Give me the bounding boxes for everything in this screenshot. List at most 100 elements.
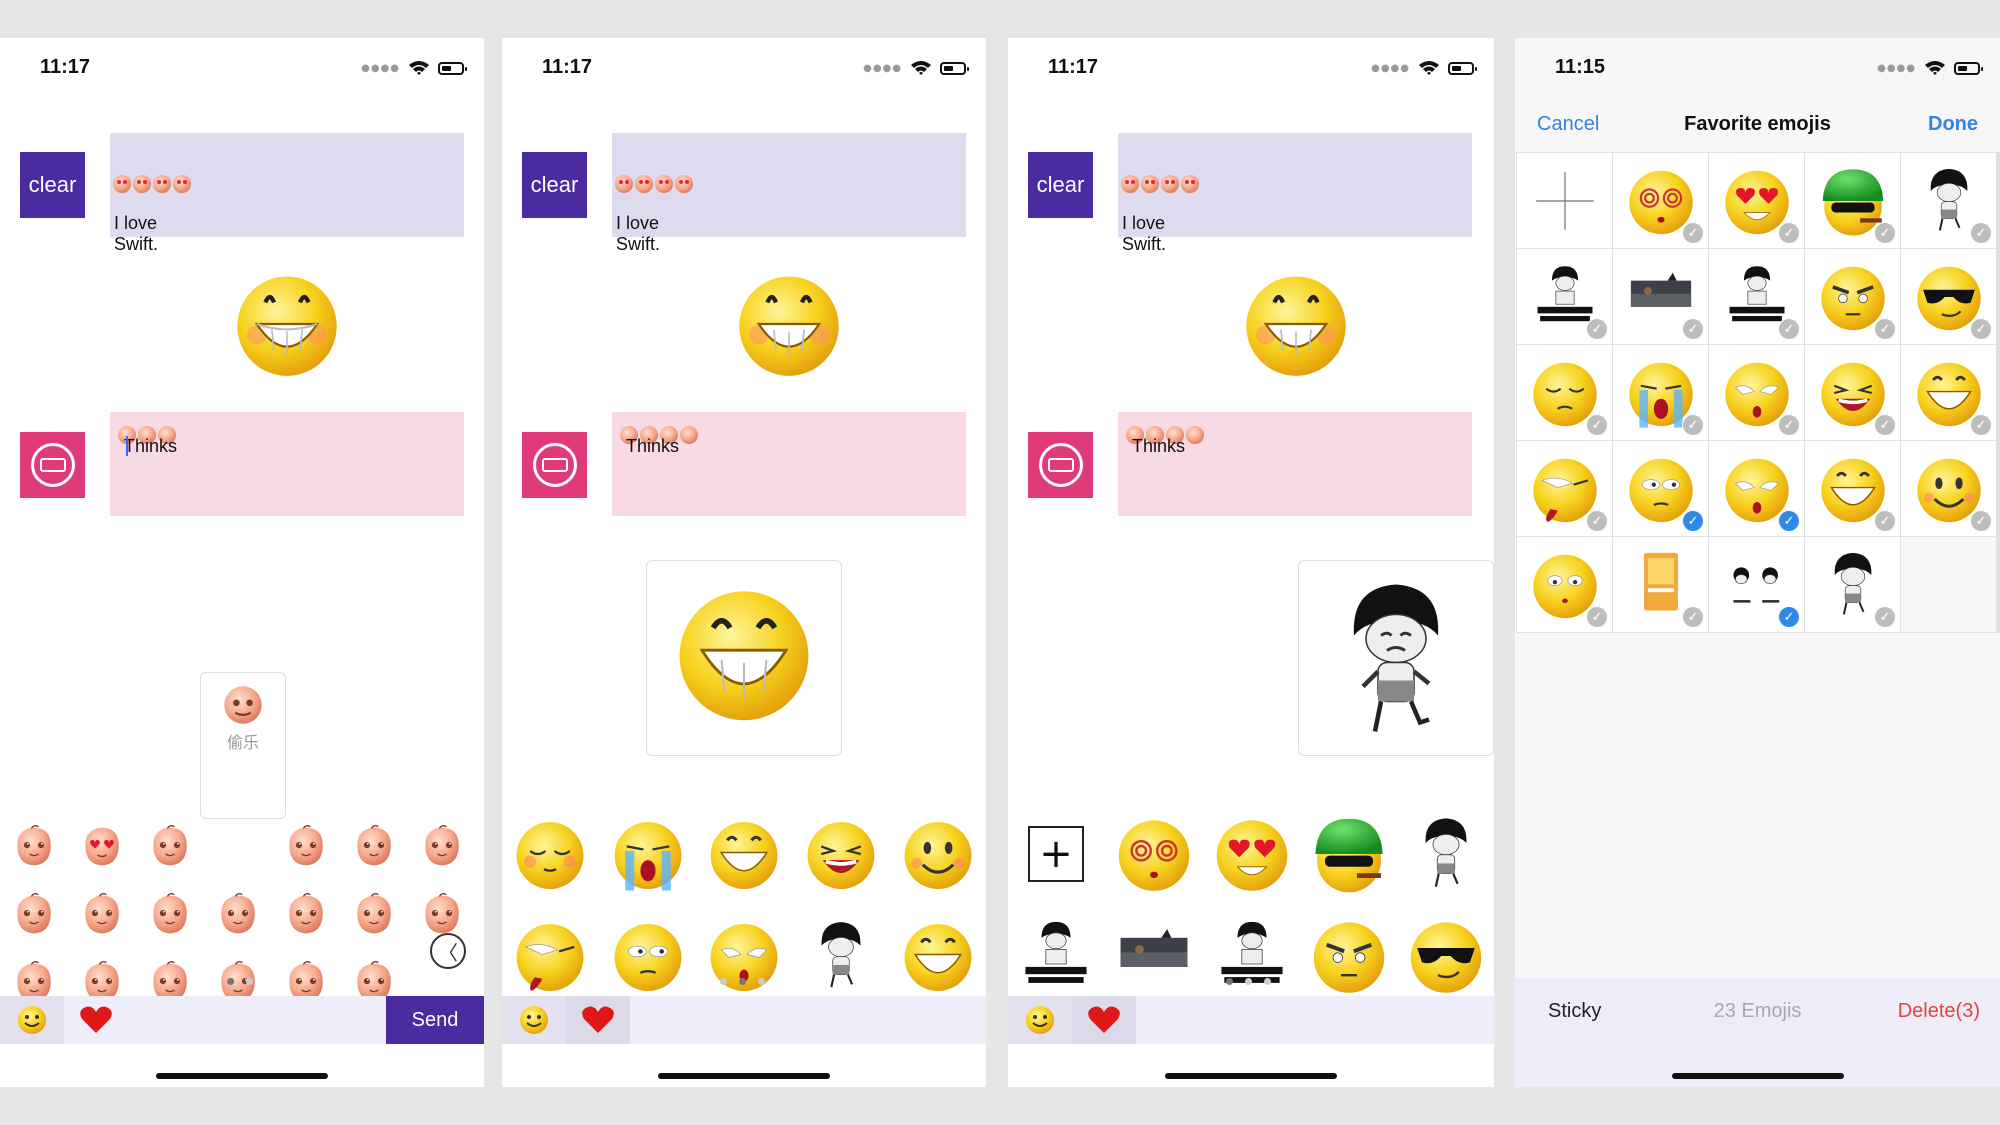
- mushroom-sticker[interactable]: [1406, 814, 1486, 894]
- peach-emoji[interactable]: [12, 824, 56, 868]
- emoji-key[interactable]: [512, 918, 588, 994]
- check-icon[interactable]: ✓: [1586, 414, 1608, 436]
- emoji-key[interactable]: [900, 816, 976, 892]
- peach-emoji-key[interactable]: [12, 824, 56, 868]
- page-dot[interactable]: [246, 978, 253, 985]
- favorite-cell[interactable]: ✓: [1613, 249, 1708, 344]
- bottom-text-field[interactable]: Thinks: [612, 412, 966, 516]
- peach-emoji[interactable]: [80, 892, 124, 936]
- favorite-cell[interactable]: ✓: [1613, 153, 1708, 248]
- heart-tab-button[interactable]: [1072, 996, 1136, 1044]
- page-dot[interactable]: [1245, 978, 1252, 985]
- favorite-cell[interactable]: ✓: [1709, 441, 1804, 536]
- emoji-key[interactable]: [610, 816, 686, 892]
- favorite-sticker-key[interactable]: [1406, 814, 1486, 894]
- emoji-key[interactable]: [900, 918, 976, 994]
- favorite-cell[interactable]: ✓: [1613, 441, 1708, 536]
- laugh-emoji[interactable]: [803, 816, 879, 892]
- favorite-sticker-key[interactable]: [1016, 916, 1096, 996]
- favorite-cell[interactable]: ✓: [1805, 345, 1900, 440]
- squint-emoji[interactable]: [610, 918, 686, 994]
- check-icon[interactable]: ✓: [1778, 222, 1800, 244]
- emoji-key[interactable]: [803, 816, 879, 892]
- clear-button[interactable]: clear: [522, 152, 587, 218]
- check-icon[interactable]: ✓: [1682, 222, 1704, 244]
- check-icon[interactable]: ✓: [1778, 318, 1800, 340]
- page-dot[interactable]: [1264, 978, 1271, 985]
- favorite-sticker-key[interactable]: [1114, 916, 1194, 996]
- heart-tab-button[interactable]: [566, 996, 630, 1044]
- peach-emoji[interactable]: [148, 824, 192, 868]
- page-dot[interactable]: [758, 978, 765, 985]
- add-favorite-button[interactable]: +: [1028, 826, 1084, 882]
- check-icon[interactable]: ✓: [1970, 222, 1992, 244]
- smile-emoji[interactable]: [900, 816, 976, 892]
- favorite-cell[interactable]: ✓: [1709, 537, 1804, 632]
- check-icon[interactable]: ✓: [1874, 414, 1896, 436]
- favorite-cell[interactable]: ✓: [1517, 345, 1612, 440]
- check-icon[interactable]: ✓: [1970, 510, 1992, 532]
- page-dot[interactable]: [227, 978, 234, 985]
- peach-emoji-key[interactable]: [420, 824, 464, 868]
- favorite-cell[interactable]: ✓: [1805, 249, 1900, 344]
- check-icon[interactable]: ✓: [1586, 510, 1608, 532]
- keyboard-toggle-button[interactable]: [20, 432, 85, 498]
- peach-emoji[interactable]: [284, 824, 328, 868]
- favorite-cell[interactable]: ✓: [1613, 345, 1708, 440]
- check-icon[interactable]: ✓: [1586, 318, 1608, 340]
- favorite-cell[interactable]: ✓: [1517, 249, 1612, 344]
- bottom-text-field[interactable]: Thinks: [1118, 412, 1472, 516]
- peach-emoji[interactable]: [352, 892, 396, 936]
- favorite-sticker-key[interactable]: [1309, 916, 1389, 996]
- peach-emoji[interactable]: [420, 824, 464, 868]
- peach-emoji-key[interactable]: [80, 892, 124, 936]
- favorite-cell[interactable]: ✓: [1613, 537, 1708, 632]
- cool-sticker[interactable]: [1406, 916, 1486, 996]
- peach-emoji-key[interactable]: [12, 892, 56, 936]
- caption-sticker[interactable]: [1016, 916, 1096, 996]
- favorite-cell[interactable]: ✓: [1901, 153, 1996, 248]
- smile-tab-button[interactable]: [502, 996, 566, 1044]
- emoji-key[interactable]: [706, 816, 782, 892]
- check-icon[interactable]: ✓: [1874, 510, 1896, 532]
- check-icon[interactable]: ✓: [1970, 318, 1992, 340]
- cry-emoji[interactable]: [610, 816, 686, 892]
- spiral-sticker[interactable]: [1114, 814, 1194, 894]
- peach-emoji[interactable]: [352, 824, 396, 868]
- clear-button[interactable]: clear: [20, 152, 85, 218]
- mushroom-emoji[interactable]: [803, 918, 879, 994]
- check-icon[interactable]: ✓: [1682, 414, 1704, 436]
- check-icon[interactable]: ✓: [1586, 606, 1608, 628]
- favorite-sticker-key[interactable]: [1114, 814, 1194, 894]
- helmet-sticker[interactable]: [1309, 814, 1389, 894]
- page-dot[interactable]: [720, 978, 727, 985]
- page-dot[interactable]: [739, 978, 746, 985]
- check-icon[interactable]: ✓: [1778, 606, 1800, 628]
- check-icon[interactable]: ✓: [1874, 606, 1896, 628]
- favorite-sticker-key[interactable]: [1406, 916, 1486, 996]
- heart-tab-button[interactable]: [64, 996, 128, 1044]
- check-icon[interactable]: ✓: [1682, 606, 1704, 628]
- smile-tab-button[interactable]: [1008, 996, 1072, 1044]
- favorite-cell[interactable]: ✓: [1517, 537, 1612, 632]
- favorite-sticker-key[interactable]: [1309, 814, 1389, 894]
- peach-emoji-key[interactable]: [420, 892, 464, 936]
- favorite-cell[interactable]: ✓: [1901, 441, 1996, 536]
- backspace-button[interactable]: 〈: [430, 933, 466, 969]
- check-icon[interactable]: ✓: [1682, 510, 1704, 532]
- top-text-field[interactable]: I love Swift.: [1118, 133, 1472, 254]
- favorite-cell[interactable]: ✓: [1901, 249, 1996, 344]
- peach-emoji-key[interactable]: [148, 824, 192, 868]
- peach-emoji[interactable]: [80, 824, 124, 868]
- hearts-sticker[interactable]: [1212, 814, 1292, 894]
- top-text-field[interactable]: I love Swift.: [110, 133, 464, 254]
- favorite-cell[interactable]: ✓: [1805, 153, 1900, 248]
- favorite-cell[interactable]: ✓: [1805, 537, 1900, 632]
- done-button[interactable]: Done: [1928, 113, 1978, 136]
- favorite-cell[interactable]: ✓: [1709, 345, 1804, 440]
- angry-sticker[interactable]: [1309, 916, 1389, 996]
- check-icon[interactable]: ✓: [1874, 222, 1896, 244]
- peach-emoji-key[interactable]: [216, 892, 260, 936]
- peach-emoji-key[interactable]: [284, 824, 328, 868]
- favorite-cell[interactable]: ✓: [1709, 153, 1804, 248]
